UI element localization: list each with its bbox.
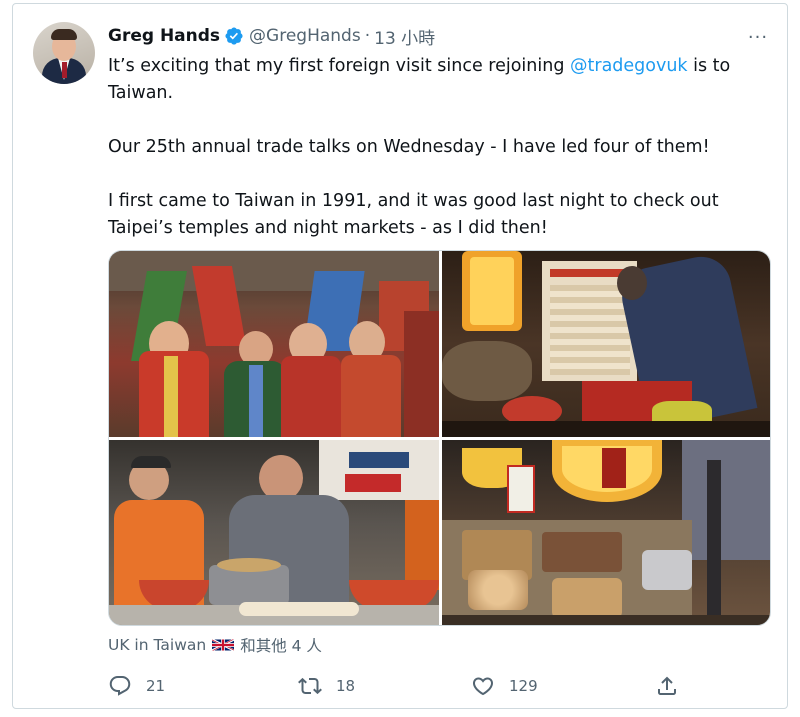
- uk-flag-icon: [211, 638, 235, 652]
- reply-button[interactable]: 21: [108, 671, 165, 701]
- photo-temple-offering[interactable]: [442, 251, 770, 437]
- photo-temple-statues[interactable]: [109, 251, 439, 437]
- author-handle[interactable]: @GregHands: [249, 26, 361, 46]
- photo-night-market-stall[interactable]: [442, 440, 770, 625]
- mention-link[interactable]: @tradegovuk: [570, 56, 688, 76]
- retweet-icon: [298, 677, 322, 695]
- tweet-line-3: Our 25th annual trade talks on Wednesday…: [108, 137, 710, 157]
- like-icon: [472, 677, 494, 696]
- header-separator: ·: [364, 26, 371, 46]
- avatar-tie: [62, 62, 67, 78]
- tweet-line-1-start: It’s exciting that my first foreign visi…: [108, 56, 571, 76]
- tagged-people[interactable]: UK in Taiwan 和其他 4 人: [108, 634, 322, 656]
- reply-count: 21: [146, 677, 166, 695]
- tagged-others[interactable]: 和其他 4 人: [240, 634, 322, 656]
- tweet-line-4: I first came to Taiwan in 1991, and it w…: [108, 191, 719, 211]
- tweet-header: Greg Hands @GregHands · 13 小時: [108, 23, 435, 49]
- tweet-card[interactable]: Greg Hands @GregHands · 13 小時 ··· It’s e…: [12, 3, 788, 709]
- more-icon[interactable]: ···: [744, 27, 772, 48]
- share-button[interactable]: [655, 671, 679, 701]
- verified-badge-icon: [224, 26, 244, 46]
- tweet-line-2: Taiwan.: [108, 83, 174, 103]
- photo-grid: [108, 250, 771, 626]
- like-button[interactable]: 129: [471, 671, 538, 701]
- author-name[interactable]: Greg Hands: [108, 26, 220, 46]
- retweet-button[interactable]: 18: [298, 671, 355, 701]
- like-count: 129: [509, 677, 538, 695]
- timestamp[interactable]: 13 小時: [374, 24, 435, 49]
- avatar[interactable]: [33, 22, 95, 84]
- reply-icon: [109, 676, 131, 696]
- tweet-line-1: It’s exciting that my first foreign visi…: [108, 53, 758, 80]
- tagged-account[interactable]: UK in Taiwan: [108, 636, 206, 654]
- avatar-hair: [51, 29, 77, 40]
- tweet-text: It’s exciting that my first foreign visi…: [108, 53, 758, 242]
- action-bar: 21 18 129: [108, 671, 771, 701]
- retweet-count: 18: [336, 677, 356, 695]
- photo-night-market-cooking[interactable]: [109, 440, 439, 625]
- tweet-line-5: Taipei’s temples and night markets - as …: [108, 218, 548, 238]
- share-icon: [658, 676, 676, 695]
- tweet-line-1-end: is to: [687, 56, 731, 76]
